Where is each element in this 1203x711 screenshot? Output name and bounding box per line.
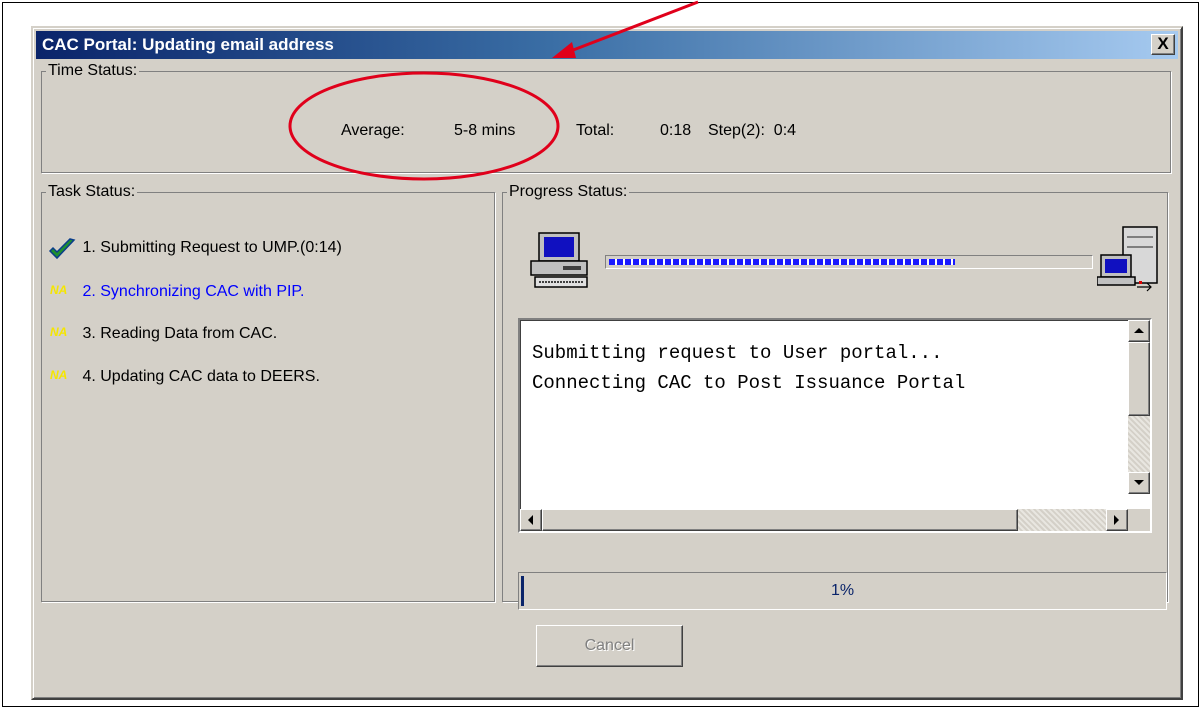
arrow-up-icon (1134, 323, 1144, 333)
server-icon (1096, 225, 1163, 298)
step-timer: Step(2): 0:4 (708, 122, 797, 139)
log-line: Submitting request to User portal... (532, 342, 943, 364)
time-status-label: Time Status: (46, 62, 140, 80)
log-lines: Submitting request to User portal... Conn… (532, 338, 1122, 398)
time-status-group: Time Status: Average: 5-8 mins Total: 0:… (41, 62, 1171, 173)
na-badge: NA (50, 368, 68, 382)
arrow-down-icon (1134, 480, 1144, 490)
dialog-window: CAC Portal: Updating email address X Tim… (31, 26, 1183, 700)
scroll-corner (1128, 509, 1150, 531)
close-button[interactable]: X (1151, 34, 1175, 55)
task-label: 4. Updating CAC data to DEERS. (82, 368, 320, 385)
na-badge-icon: NA (48, 323, 78, 345)
task-item-1: 1. Submitting Request to UMP.(0:14) (48, 237, 342, 261)
task-status-label: Task Status: (46, 183, 138, 201)
task-item-3: NA 3. Reading Data from CAC. (48, 323, 277, 347)
log-line: Connecting CAC to Post Issuance Portal (532, 372, 966, 394)
vertical-scrollbar[interactable] (1128, 320, 1150, 494)
na-badge-icon: NA (48, 366, 78, 388)
title-bar[interactable]: CAC Portal: Updating email address X (36, 31, 1178, 59)
task-status-group: Task Status: 1. Submitting Request to UM… (41, 183, 495, 602)
scroll-up-button[interactable] (1128, 320, 1150, 342)
transfer-progress-bar (605, 255, 1093, 269)
horizontal-scroll-thumb[interactable] (542, 509, 1018, 531)
task-label: 1. Submitting Request to UMP.(0:14) (82, 239, 342, 256)
cancel-button[interactable]: Cancel (536, 625, 683, 667)
average-label: Average: (341, 122, 405, 139)
progress-status-group: Progress Status: Submitting request to U… (502, 183, 1168, 610)
horizontal-scrollbar[interactable] (520, 509, 1128, 531)
transfer-progress-fill (609, 259, 955, 265)
na-badge: NA (50, 325, 68, 339)
close-icon: X (1157, 34, 1169, 53)
total-label: Total: (576, 122, 615, 139)
task-item-4: NA 4. Updating CAC data to DEERS. (48, 366, 320, 390)
arrow-left-icon (523, 515, 533, 525)
scroll-down-button[interactable] (1128, 472, 1150, 494)
log-output[interactable]: Submitting request to User portal... Conn… (518, 318, 1152, 533)
checkmark-icon (48, 237, 78, 260)
task-label: 2. Synchronizing CAC with PIP. (82, 283, 305, 300)
progress-percent: 1% (830, 582, 855, 599)
na-badge-icon: NA (48, 281, 78, 303)
vertical-scroll-thumb[interactable] (1128, 342, 1150, 416)
arrow-right-icon (1114, 515, 1124, 525)
scroll-right-button[interactable] (1106, 509, 1128, 531)
average-value: 5-8 mins (454, 122, 516, 139)
progress-status-label: Progress Status: (507, 183, 630, 201)
task-item-2: NA 2. Synchronizing CAC with PIP. (48, 281, 304, 305)
task-label: 3. Reading Data from CAC. (82, 325, 278, 342)
window-title: CAC Portal: Updating email address (42, 35, 334, 54)
scroll-left-button[interactable] (520, 509, 542, 531)
na-badge: NA (50, 283, 68, 297)
total-value: 0:18 (660, 122, 692, 139)
overall-progress-bar: 1% (518, 572, 1167, 610)
client-computer-icon (529, 231, 595, 296)
